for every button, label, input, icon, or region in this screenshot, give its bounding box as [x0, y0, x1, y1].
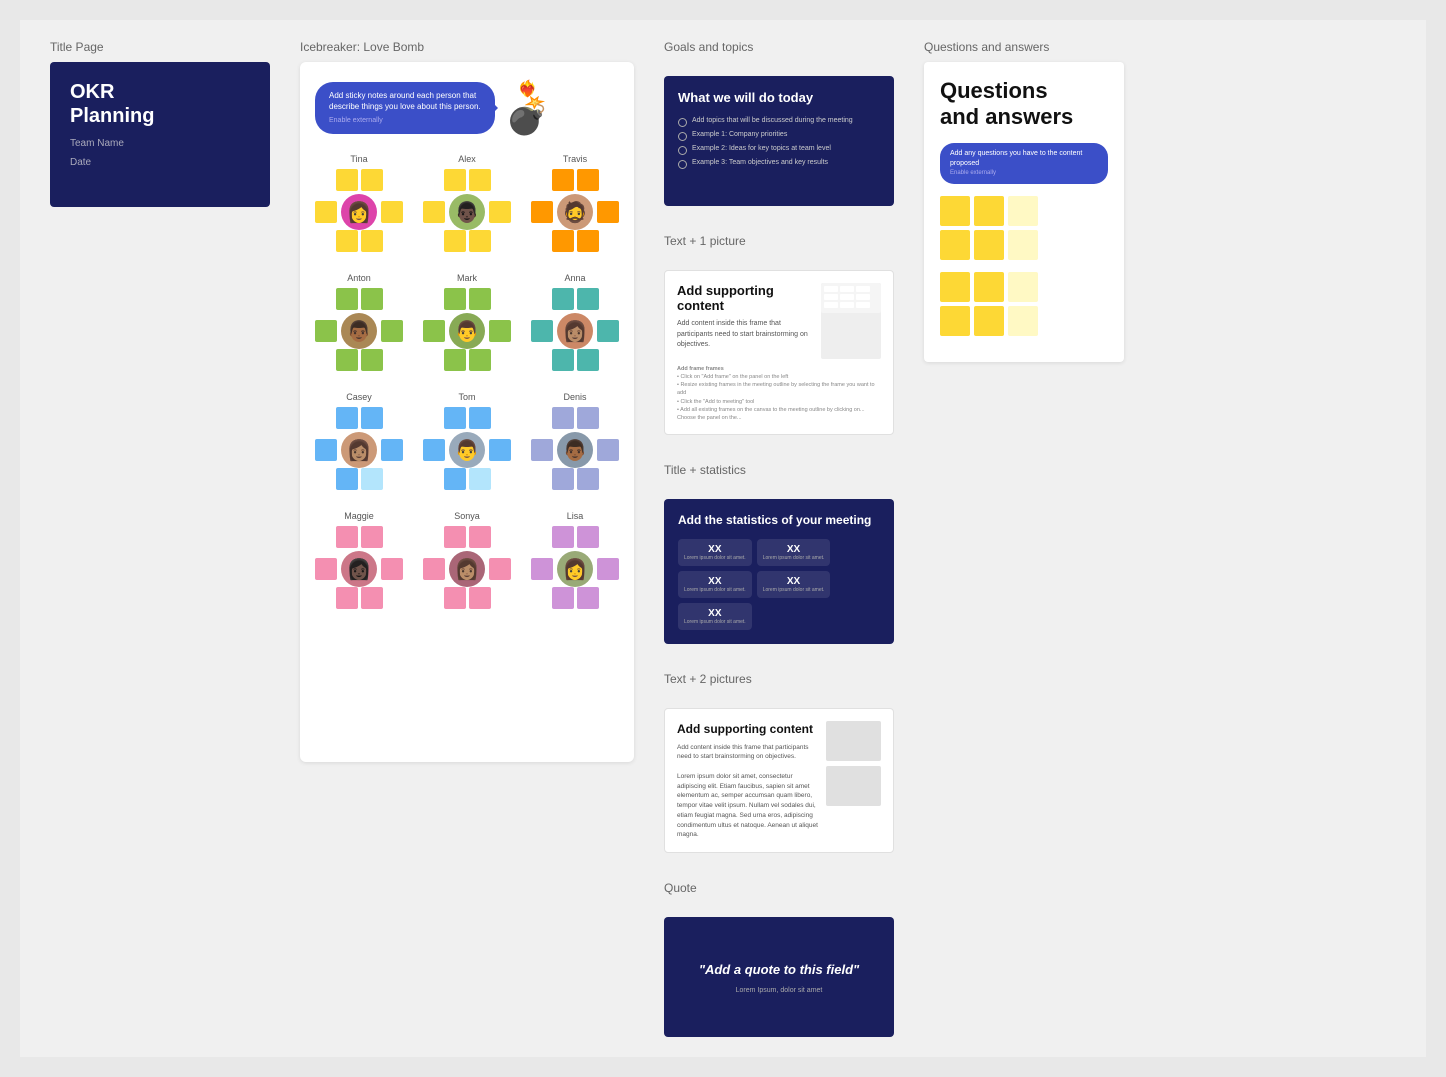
person-casey: Casey 👩🏽: [315, 392, 403, 493]
qa-column: Questions and answers Questionsand answe…: [924, 40, 1124, 1037]
person-tom: Tom 👨: [423, 392, 511, 493]
title-page-column: Title Page OKR Planning Team Name Date: [50, 40, 270, 1037]
avatar-alex: 👨🏿: [449, 194, 485, 230]
avatar-maggie: 👩🏿: [341, 551, 377, 587]
stats-label: Title + statistics: [664, 463, 894, 477]
text2pic-body: Add content inside this frame that parti…: [677, 743, 818, 841]
icebreaker-instruction: Add sticky notes around each person that…: [315, 82, 495, 134]
text2pic-label: Text + 2 pictures: [664, 672, 894, 686]
text2pic-images: [826, 721, 881, 840]
persons-grid: Tina 👩: [315, 154, 619, 612]
avatar-tom: 👨: [449, 432, 485, 468]
qa-title: Questionsand answers: [940, 78, 1108, 131]
avatar-anna: 👩🏽: [557, 313, 593, 349]
avatar-travis: 🧔: [557, 194, 593, 230]
avatar-mark: 👨: [449, 313, 485, 349]
person-anna: Anna 👩🏽: [531, 273, 619, 374]
pic-placeholder-1: [826, 721, 881, 761]
pic-placeholder-2: [826, 766, 881, 806]
goals-column: Goals and topics What we will do today A…: [664, 40, 894, 1037]
qa-card[interactable]: Questionsand answers Add any questions y…: [924, 62, 1124, 362]
goals-title: What we will do today: [678, 90, 880, 107]
bomb-icon: 💣: [505, 98, 550, 134]
icebreaker-card[interactable]: Add sticky notes around each person that…: [300, 62, 634, 762]
stat-box-4: XX Lorem ipsum dolor sit amet.: [678, 603, 752, 630]
text-2-pic-card[interactable]: Add supporting content Add content insid…: [664, 708, 894, 853]
quote-card[interactable]: "Add a quote to this field" Lorem Ipsum,…: [664, 917, 894, 1037]
person-row-3: Casey 👩🏽: [315, 392, 619, 493]
person-travis: Travis 🧔: [531, 154, 619, 255]
person-tina: Tina 👩: [315, 154, 403, 255]
main-canvas: Title Page OKR Planning Team Name Date I…: [20, 20, 1426, 1057]
quote-author: Lorem Ipsum, dolor sit amet: [736, 987, 823, 994]
goals-label: Goals and topics: [664, 40, 894, 54]
avatar-lisa: 👩: [557, 551, 593, 587]
qa-instruction: Add any questions you have to the conten…: [940, 143, 1108, 184]
stats-card[interactable]: Add the statistics of your meeting XX Lo…: [664, 499, 894, 644]
title-page-card[interactable]: OKR Planning Team Name Date: [50, 62, 270, 207]
text1pic-image: [821, 283, 881, 359]
icebreaker-column: Icebreaker: Love Bomb Add sticky notes a…: [300, 40, 634, 1037]
avatar-denis: 👨🏾: [557, 432, 593, 468]
goals-item-1: Example 1: Company priorities: [678, 131, 880, 141]
person-sonya: Sonya 👩🏽: [423, 511, 511, 612]
avatar-tina: 👩: [341, 194, 377, 230]
stats-row: XX Lorem ipsum dolor sit amet. XX Lorem …: [678, 539, 880, 630]
person-maggie: Maggie 👩🏿: [315, 511, 403, 612]
person-denis: Denis 👨🏾: [531, 392, 619, 493]
stat-box-1: XX Lorem ipsum dolor sit amet.: [757, 539, 831, 566]
qa-label: Questions and answers: [924, 40, 1124, 54]
avatar-casey: 👩🏽: [341, 432, 377, 468]
text1pic-instructions: Add frame frames • Click on "Add frame" …: [677, 365, 881, 423]
date-label: Date: [70, 157, 250, 168]
person-alex: Alex 👨🏿: [423, 154, 511, 255]
person-mark: Mark 👨: [423, 273, 511, 374]
quote-label: Quote: [664, 881, 894, 895]
text1pic-label: Text + 1 picture: [664, 234, 894, 248]
okr-title: OKR Planning: [70, 80, 250, 128]
person-row-1: Tina 👩: [315, 154, 619, 255]
goals-item-3: Example 3: Team objectives and key resul…: [678, 159, 880, 169]
person-lisa: Lisa 👩: [531, 511, 619, 612]
bomb-container: ❤️‍🔥 💣: [505, 82, 550, 134]
qa-stickies: [940, 196, 1108, 336]
team-label: Team Name: [70, 138, 250, 149]
person-anton: Anton 👨🏾: [315, 273, 403, 374]
text1pic-body: Add content inside this frame that parti…: [677, 319, 813, 351]
person-row-4: Maggie 👩🏿: [315, 511, 619, 612]
stat-box-3: XX Lorem ipsum dolor sit amet.: [757, 571, 831, 598]
icebreaker-header: Add sticky notes around each person that…: [315, 82, 619, 134]
goals-card[interactable]: What we will do today Add topics that wi…: [664, 76, 894, 206]
text1pic-title: Add supporting content: [677, 283, 813, 313]
goals-item-2: Example 2: Ideas for key topics at team …: [678, 145, 880, 155]
stats-title: Add the statistics of your meeting: [678, 513, 880, 529]
title-page-label: Title Page: [50, 40, 270, 54]
goals-item-0: Add topics that will be discussed during…: [678, 117, 880, 127]
person-row-2: Anton 👨🏾: [315, 273, 619, 374]
stat-box-0: XX Lorem ipsum dolor sit amet.: [678, 539, 752, 566]
quote-text: "Add a quote to this field": [699, 961, 859, 979]
text-1-pic-card[interactable]: Add supporting content Add content insid…: [664, 270, 894, 435]
icebreaker-label: Icebreaker: Love Bomb: [300, 40, 634, 54]
avatar-anton: 👨🏾: [341, 313, 377, 349]
avatar-sonya: 👩🏽: [449, 551, 485, 587]
text2pic-title: Add supporting content: [677, 721, 818, 738]
stat-box-2: XX Lorem ipsum dolor sit amet.: [678, 571, 752, 598]
